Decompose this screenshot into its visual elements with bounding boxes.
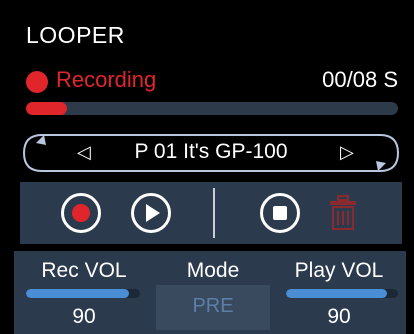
stop-icon [273, 206, 287, 220]
patch-next-button[interactable]: ▷ [340, 142, 354, 163]
record-button[interactable] [61, 193, 101, 233]
mode-selector[interactable]: PRE [156, 285, 270, 330]
stop-button[interactable] [260, 193, 300, 233]
rec-vol-value: 90 [72, 305, 96, 328]
recording-time: 00/08 S [322, 67, 398, 92]
patch-selector: ◁ P 01 It's GP-100 ▷ [22, 133, 400, 173]
title: LOOPER [26, 22, 125, 48]
play-button[interactable] [131, 193, 171, 233]
play-vol-label: Play VOL [294, 259, 384, 282]
volume-panel: Rec VOL 90 Mode PRE Play VOL 90 [14, 251, 406, 334]
recording-status: Recording 00/08 S [26, 67, 398, 97]
rec-vol-slider[interactable] [26, 289, 140, 298]
recording-dot-icon [26, 71, 48, 93]
rec-vol-label: Rec VOL [41, 259, 127, 282]
play-icon [146, 204, 160, 222]
rec-vol-fill [26, 289, 129, 298]
play-vol-fill [286, 289, 387, 298]
delete-button[interactable] [326, 193, 360, 233]
controls-divider [213, 188, 215, 238]
transport-controls [20, 182, 402, 244]
play-vol-value: 90 [327, 305, 351, 328]
recording-label: Recording [56, 67, 157, 92]
play-vol-slider[interactable] [286, 289, 398, 298]
mode-label: Mode [186, 259, 240, 282]
record-icon [72, 204, 90, 222]
recording-progress-bar [26, 102, 398, 115]
mode-value: PRE [192, 295, 234, 317]
recording-progress-fill [26, 102, 67, 115]
trash-icon [330, 195, 356, 230]
